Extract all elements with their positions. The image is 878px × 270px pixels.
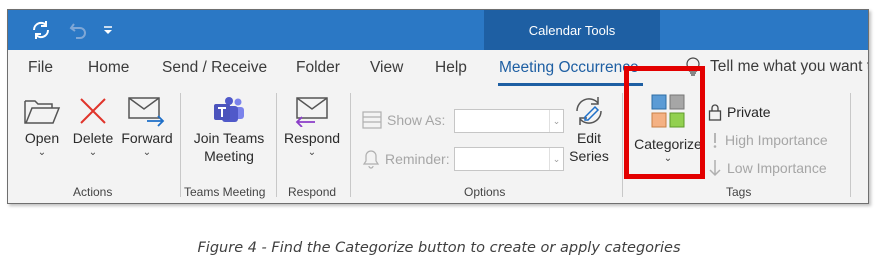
private-button[interactable]: Private — [708, 103, 771, 121]
group-divider — [276, 93, 277, 197]
delete-label: Delete — [72, 130, 114, 146]
low-importance-button[interactable]: Low Importance — [708, 159, 827, 177]
lock-icon — [708, 104, 722, 121]
group-divider — [850, 93, 851, 197]
folder-open-icon — [23, 93, 61, 129]
reminder-label: Reminder: — [362, 149, 450, 169]
group-divider — [180, 93, 181, 197]
chevron-down-icon: ⌄ — [37, 147, 47, 158]
respond-button[interactable]: Respond ⌄ — [280, 93, 344, 159]
join-teams-meeting-button[interactable]: Join Teams Meeting — [184, 93, 274, 165]
tags-group-label: Tags — [726, 185, 752, 199]
forward-label: Forward — [121, 130, 173, 146]
outlook-ribbon-window: Calendar Tools File Home Send / Receive … — [7, 9, 869, 204]
bell-icon — [362, 150, 380, 169]
chevron-down-icon: ⌄ — [549, 148, 563, 170]
show-as-label: Show As: — [362, 111, 445, 129]
edit-series-label-line1: Edit — [576, 130, 602, 146]
chevron-down-icon: ⌄ — [142, 147, 152, 158]
group-divider — [350, 93, 351, 197]
actions-group-label: Actions — [73, 185, 113, 199]
tell-me-text: Tell me what you want to do — [710, 58, 868, 75]
tab-folder[interactable]: Folder — [296, 59, 340, 77]
sync-icon[interactable] — [26, 10, 56, 50]
high-importance-button[interactable]: High Importance — [710, 131, 828, 149]
forward-mail-icon — [127, 93, 167, 129]
edit-series-button[interactable]: Edit Series — [566, 93, 612, 165]
tab-help[interactable]: Help — [435, 59, 467, 77]
calendar-tools-label: Calendar Tools — [484, 10, 660, 50]
show-as-icon — [362, 111, 382, 129]
forward-button[interactable]: Forward ⌄ — [116, 93, 178, 159]
respond-group-label: Respond — [288, 185, 337, 199]
tab-view[interactable]: View — [370, 59, 403, 77]
ribbon-panel: Open ⌄ Delete ⌄ Forward ⌄ Actions Join T… — [8, 87, 868, 203]
ribbon-tabs: File Home Send / Receive Folder View Hel… — [8, 50, 868, 87]
figure-caption: Figure 4 - Find the Categorize button to… — [197, 240, 681, 256]
edit-series-icon — [571, 93, 607, 129]
chevron-down-icon: ⌄ — [88, 147, 98, 158]
delete-button[interactable]: Delete ⌄ — [68, 93, 118, 159]
down-arrow-icon — [709, 160, 721, 177]
tab-home[interactable]: Home — [88, 59, 129, 77]
join-teams-label-line2: Meeting — [204, 148, 254, 164]
exclamation-icon — [713, 133, 717, 148]
show-as-dropdown[interactable]: ⌄ — [454, 109, 564, 133]
customize-quick-access-icon[interactable] — [98, 10, 118, 50]
options-group-label: Options — [464, 185, 506, 199]
delete-x-icon — [78, 93, 108, 129]
chevron-down-icon: ⌄ — [307, 147, 317, 158]
categorize-highlight-box — [624, 66, 705, 179]
tell-me-search[interactable]: Tell me what you want to do — [686, 57, 868, 77]
chevron-down-icon: ⌄ — [549, 110, 563, 132]
tab-file[interactable]: File — [28, 59, 53, 77]
tab-meeting-occurrence[interactable]: Meeting Occurrence — [499, 59, 639, 77]
respond-label: Respond — [283, 130, 341, 146]
respond-mail-icon — [293, 93, 331, 129]
active-tab-indicator — [498, 83, 643, 86]
group-divider — [622, 93, 623, 197]
tab-send-receive[interactable]: Send / Receive — [162, 59, 267, 77]
teams-group-label: Teams Meeting — [184, 185, 266, 199]
undo-icon[interactable] — [64, 10, 92, 50]
edit-series-label-line2: Series — [569, 148, 609, 164]
title-bar: Calendar Tools — [8, 10, 868, 50]
open-button[interactable]: Open ⌄ — [18, 93, 66, 159]
reminder-dropdown[interactable]: ⌄ — [454, 147, 564, 171]
teams-icon — [212, 93, 246, 129]
join-teams-label-line1: Join Teams — [193, 130, 265, 146]
open-label: Open — [24, 130, 60, 146]
